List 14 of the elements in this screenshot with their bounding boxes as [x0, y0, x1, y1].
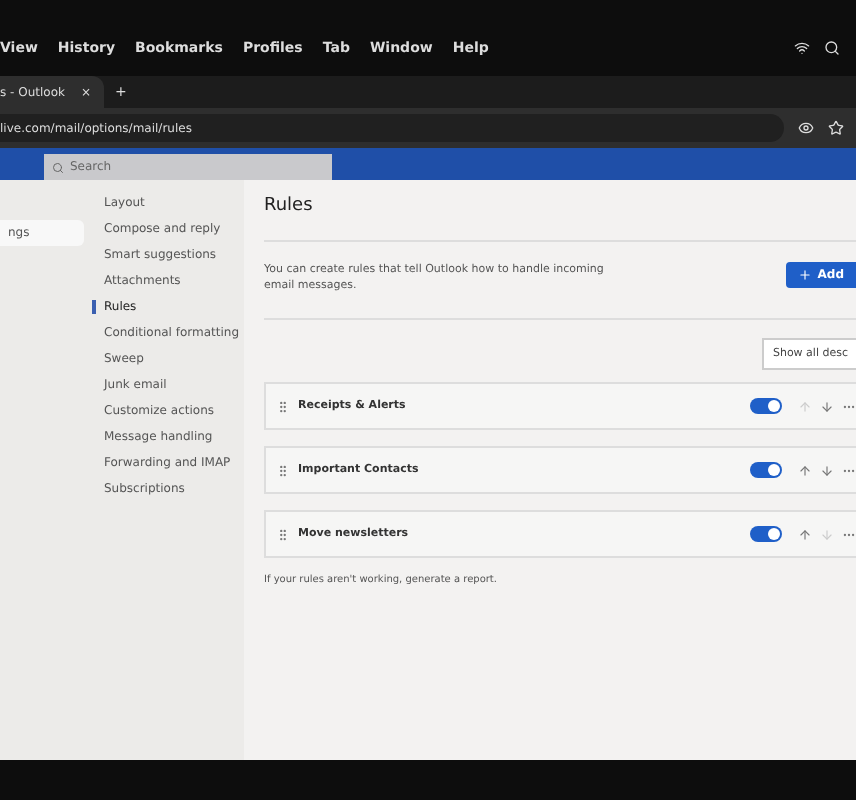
plus-icon — [797, 268, 812, 282]
drag-handle-icon[interactable] — [276, 463, 290, 477]
arrow-up-icon[interactable] — [798, 463, 812, 477]
arrow-up-icon[interactable] — [798, 527, 812, 541]
drag-handle-icon[interactable] — [276, 399, 290, 413]
search-icon[interactable] — [824, 40, 840, 56]
search-icon — [52, 161, 64, 173]
star-icon[interactable] — [828, 120, 844, 136]
drag-handle-icon[interactable] — [276, 527, 290, 541]
eye-icon[interactable] — [798, 120, 814, 136]
arrow-down-icon[interactable] — [820, 463, 834, 477]
wifi-icon[interactable] — [794, 40, 810, 56]
panel-title: Rules — [264, 196, 856, 242]
arrow-down-icon[interactable] — [820, 399, 834, 413]
